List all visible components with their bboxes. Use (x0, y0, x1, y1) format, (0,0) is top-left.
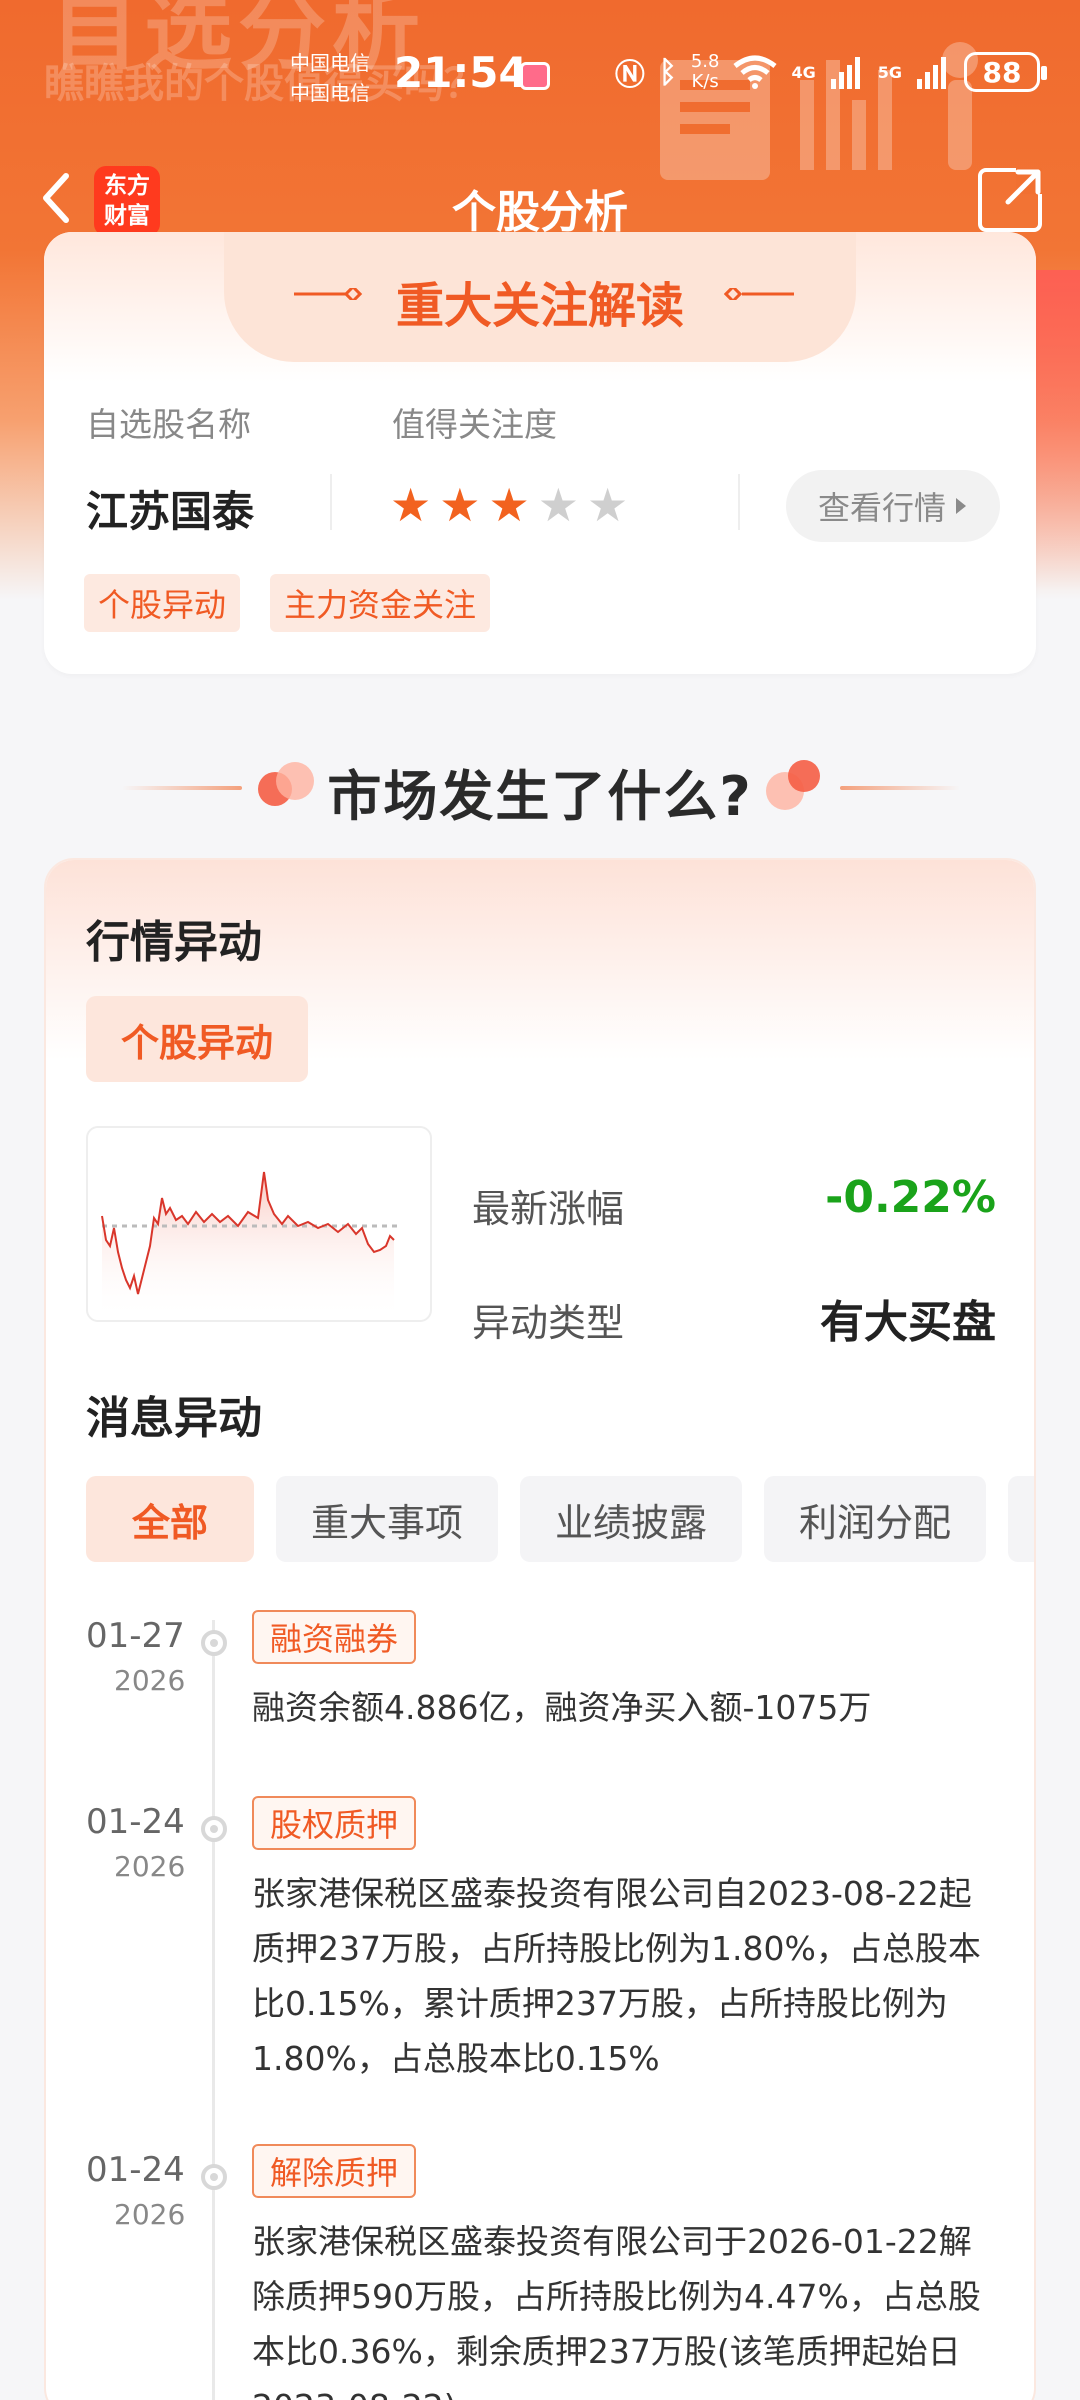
attention-stars: ★ ★ ★ ★ ★ (390, 480, 628, 530)
status-time: 21:54 (394, 48, 528, 97)
timeline-dot-icon (201, 2164, 227, 2190)
latest-change-label: 最新涨幅 (472, 1187, 625, 1231)
focus-tag: 个股异动 (84, 574, 241, 632)
star-filled-icon: ★ (390, 478, 432, 532)
change-type-value: 有大买盘 (820, 1297, 996, 1348)
timeline-line (212, 1620, 215, 2400)
status-bar: 中国电信 中国电信 21:54 Ⓝ ᛒ 5.8 K/s 4G 5G 88 (0, 40, 1080, 120)
news-tag: 股权质押 (252, 1796, 417, 1850)
news-tag: 融资融券 (252, 1610, 417, 1664)
section-title: 市场发生了什么? (327, 765, 753, 828)
divider (330, 474, 332, 530)
share-button[interactable] (978, 168, 1042, 232)
news-date: 01-24 (86, 2150, 185, 2190)
news-year: 2026 (114, 2198, 186, 2231)
filter-tab-more[interactable] (1008, 1476, 1034, 1562)
latest-change-value: -0.22% (825, 1172, 996, 1223)
network-4g-label: 4G (791, 62, 816, 82)
market-card: 行情异动 个股异动 最新涨幅 -0.22% 异动类型 有大买盘 消息异动 全部 … (44, 858, 1036, 2400)
intraday-mini-chart[interactable] (86, 1126, 432, 1322)
signal-5g-icon (917, 57, 946, 89)
filter-tab-major-events[interactable]: 重大事项 (276, 1476, 498, 1562)
wifi-icon (733, 55, 778, 89)
timeline-dot-icon (201, 1630, 227, 1656)
carrier-1: 中国电信 (290, 51, 370, 75)
stock-name-label: 自选股名称 (86, 405, 251, 444)
stock-name[interactable]: 江苏国泰 (86, 478, 254, 539)
news-text: 融资余额4.886亿，融资净买入额-1075万 (252, 1688, 872, 1727)
focus-card: 重大关注解读 自选股名称 值得关注度 江苏国泰 ★ ★ ★ ★ ★ 查看行情 个股异动 … (44, 232, 1036, 674)
mini-chart-area (102, 1172, 394, 1320)
speed-unit: K/s (691, 71, 719, 92)
caret-right-icon (956, 498, 966, 514)
signal-4g-icon (830, 57, 860, 89)
attention-label: 值得关注度 (392, 405, 557, 444)
view-quote-label: 查看行情 (817, 489, 946, 527)
section-header: 市场发生了什么? (0, 752, 1080, 832)
news-text: 张家港保税区盛泰投资有限公司于2026-01-22解除质押590万股，占所持股比… (252, 2222, 981, 2400)
timeline-dot-icon (201, 1816, 227, 1842)
news-year: 2026 (114, 1850, 186, 1883)
bluetooth-icon: ᛒ (658, 54, 677, 90)
news-text: 张家港保税区盛泰投资有限公司自2023-08-22起质押237万股，占所持股比例… (252, 1874, 981, 2078)
news-date: 01-27 (86, 1616, 185, 1656)
star-filled-icon: ★ (488, 478, 530, 532)
status-icons: Ⓝ ᛒ 5.8 K/s 4G 5G 88 (614, 50, 1047, 94)
filter-tab-dividend[interactable]: 利润分配 (764, 1476, 986, 1562)
divider (738, 474, 740, 530)
view-quote-button[interactable]: 查看行情 (786, 470, 1000, 542)
battery-icon: 88 (964, 52, 1047, 92)
focus-card-title: 重大关注解读 (395, 278, 684, 334)
market-heading: 行情异动 (86, 917, 262, 968)
page-title: 个股分析 (452, 187, 628, 238)
focus-tag: 主力资金关注 (270, 574, 491, 632)
network-speed: 5.8 K/s (691, 52, 720, 92)
news-date: 01-24 (86, 1802, 185, 1842)
market-chip: 个股异动 (86, 996, 308, 1082)
speed-value: 5.8 (690, 51, 720, 72)
carrier-2: 中国电信 (290, 81, 370, 105)
nfc-icon: Ⓝ (614, 58, 645, 93)
notification-icon (520, 62, 550, 90)
carrier-text: 中国电信 中国电信 (290, 48, 370, 108)
star-empty-icon: ★ (537, 478, 579, 532)
section-line-right (840, 786, 960, 790)
share-arrow-icon (1005, 169, 1041, 205)
news-heading: 消息异动 (86, 1393, 262, 1444)
title-deco-right-icon (724, 288, 794, 300)
network-5g-label: 5G (877, 62, 902, 82)
filter-tab-earnings[interactable]: 业绩披露 (520, 1476, 742, 1562)
star-empty-icon: ★ (587, 478, 629, 532)
deco-ball-icon (788, 760, 820, 792)
change-type-label: 异动类型 (472, 1301, 625, 1345)
news-year: 2026 (114, 1664, 186, 1697)
news-tag: 解除质押 (252, 2144, 417, 2198)
mini-chart-svg (101, 1171, 398, 1320)
star-filled-icon: ★ (439, 478, 481, 532)
filter-tab-all[interactable]: 全部 (86, 1476, 254, 1562)
